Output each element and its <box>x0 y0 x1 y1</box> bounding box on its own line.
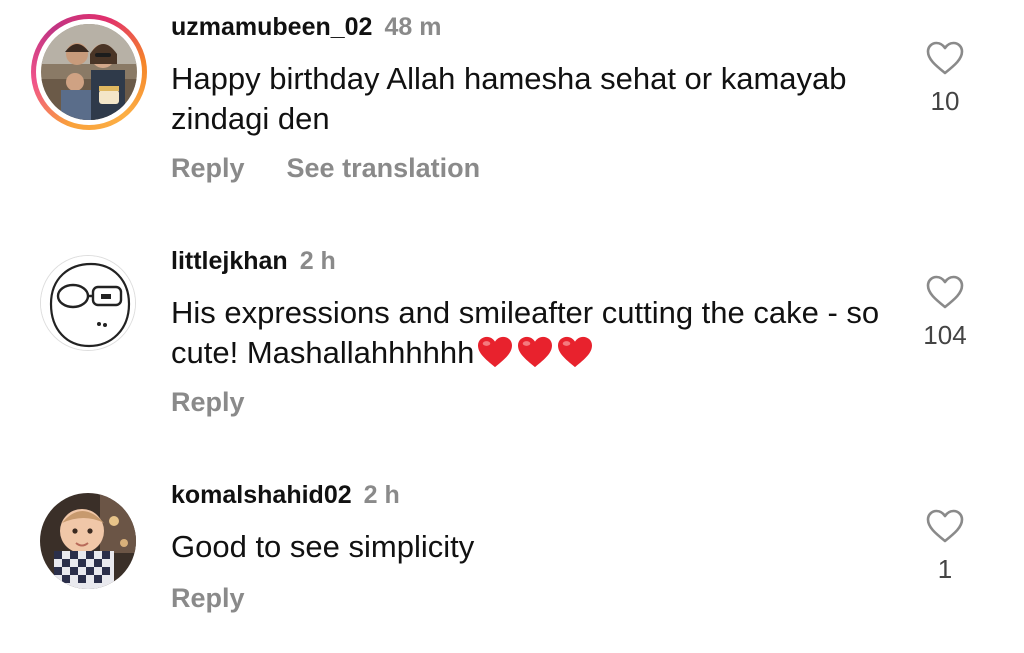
avatar[interactable] <box>40 493 136 589</box>
comment-text: Happy birthday Allah hamesha sehat or ka… <box>171 61 847 136</box>
heart-outline-icon[interactable] <box>925 40 965 76</box>
heart-emojis <box>474 335 594 370</box>
baby-photo-avatar <box>40 493 136 589</box>
family-photo-avatar <box>41 24 137 120</box>
avatar[interactable] <box>41 24 137 120</box>
like-control: 1 <box>910 508 980 585</box>
like-count: 104 <box>923 320 967 350</box>
comments-list: uzmamubeen_02 48 m Happy birthday Allah h… <box>0 0 1024 653</box>
comment-text: Good to see simplicity <box>171 529 475 564</box>
timestamp: 2 h <box>299 247 336 275</box>
like-control: 104 <box>910 274 980 351</box>
comment-text: His expressions and smileafter cutting t… <box>171 293 911 373</box>
heart-outline-icon[interactable] <box>925 508 965 544</box>
like-count: 1 <box>937 554 953 584</box>
see-translation-button[interactable]: See translation <box>287 153 481 183</box>
red-heart-emoji-icon <box>478 336 513 368</box>
like-control: 10 <box>910 40 980 117</box>
heart-outline-icon[interactable] <box>925 274 965 310</box>
username[interactable]: littlejkhan <box>171 247 288 275</box>
reply-button[interactable]: Reply <box>171 153 245 183</box>
username[interactable]: komalshahid02 <box>171 481 352 509</box>
red-heart-emoji-icon <box>558 336 593 368</box>
avatar[interactable] <box>40 255 136 351</box>
reply-button[interactable]: Reply <box>171 583 245 613</box>
username[interactable]: uzmamubeen_02 <box>171 13 372 41</box>
timestamp: 48 m <box>384 13 442 41</box>
reply-button[interactable]: Reply <box>171 387 245 417</box>
like-count: 10 <box>930 86 960 116</box>
meme-face-avatar <box>41 256 135 350</box>
red-heart-emoji-icon <box>518 336 553 368</box>
timestamp: 2 h <box>363 481 400 509</box>
